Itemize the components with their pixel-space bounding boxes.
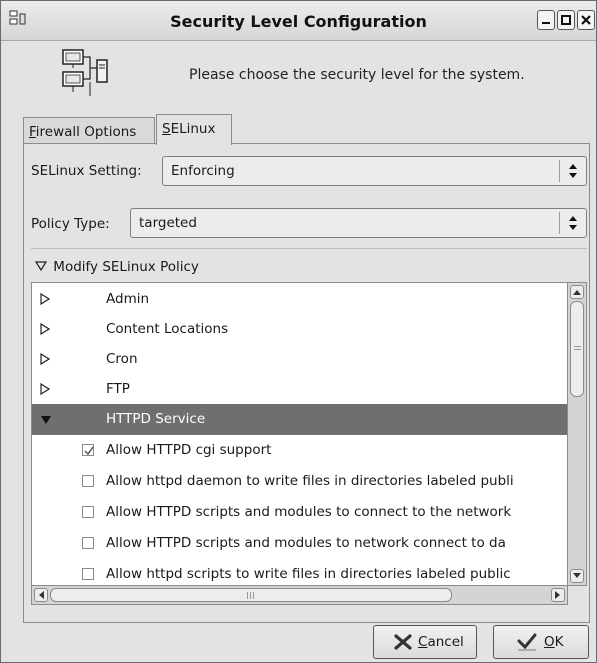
tree-row-label: HTTPD Service <box>106 411 206 427</box>
vertical-scrollbar[interactable] <box>568 282 587 586</box>
minimize-icon <box>542 22 550 24</box>
vertical-scroll-thumb[interactable] <box>570 301 584 397</box>
tree-row-content-locations[interactable]: Content Locations <box>32 314 567 345</box>
checkbox-unchecked[interactable] <box>82 537 94 549</box>
tab-selinux[interactable]: SELinux <box>156 114 232 145</box>
tree-row-label: Cron <box>106 351 138 367</box>
collapsed-triangle-icon[interactable] <box>40 322 51 339</box>
modify-policy-label: Modify SELinux Policy <box>53 259 199 275</box>
arrow-up-icon <box>573 290 581 295</box>
tree-row-admin[interactable]: Admin <box>32 284 567 315</box>
tree-row-httpd-service[interactable]: HTTPD Service <box>32 404 567 435</box>
network-computers-icon <box>53 48 123 100</box>
policy-type-value: targeted <box>139 215 197 231</box>
cancel-label: ancel <box>427 634 464 650</box>
combo-arrows-icon <box>559 160 586 182</box>
collapsed-triangle-icon[interactable] <box>40 382 51 399</box>
checkbox-unchecked[interactable] <box>82 475 94 487</box>
security-level-dialog: Security Level Configuration Please choo… <box>0 0 597 663</box>
horizontal-scrollbar[interactable] <box>31 586 568 605</box>
checkbox-checked[interactable] <box>82 444 94 456</box>
minimize-button[interactable] <box>537 10 555 30</box>
header-description: Please choose the security level for the… <box>189 67 525 83</box>
tree-row-label: Admin <box>106 291 150 307</box>
maximize-button[interactable] <box>557 10 575 30</box>
option-label: Allow HTTPD cgi support <box>106 442 272 458</box>
check-icon <box>84 446 94 456</box>
cancel-button[interactable]: Cancel <box>373 625 477 659</box>
tab-firewall-label: irewall Options <box>35 124 137 140</box>
scroll-left-button[interactable] <box>34 588 48 602</box>
tree-row-label: FTP <box>106 381 130 397</box>
close-icon <box>581 15 591 25</box>
tree-row-ftp[interactable]: FTP <box>32 374 567 405</box>
selinux-setting-value: Enforcing <box>171 163 235 179</box>
separator <box>31 248 587 249</box>
selinux-setting-combo[interactable]: Enforcing <box>162 156 587 186</box>
tree-row-option[interactable]: Allow HTTPD cgi support <box>32 435 567 466</box>
policy-type-combo[interactable]: targeted <box>130 208 587 238</box>
option-label: Allow HTTPD scripts and modules to conne… <box>106 504 512 520</box>
collapsed-triangle-icon[interactable] <box>40 292 51 309</box>
tree-row-label: Content Locations <box>106 321 229 337</box>
expander-open-icon <box>34 259 49 275</box>
tab-selinux-label: ELinux <box>170 121 216 137</box>
grip <box>247 592 248 599</box>
arrow-down-icon <box>573 573 581 578</box>
option-label: Allow HTTPD scripts and modules to netwo… <box>106 535 506 551</box>
scroll-right-button[interactable] <box>551 588 565 602</box>
close-button[interactable] <box>577 10 595 30</box>
grip <box>574 346 581 347</box>
title-bar[interactable]: Security Level Configuration <box>1 1 596 41</box>
tab-selinux-mnemonic: S <box>162 121 171 137</box>
tree-row-option[interactable]: Allow HTTPD scripts and modules to netwo… <box>32 528 567 559</box>
check-icon <box>516 632 538 656</box>
tree-row-option[interactable]: Allow httpd daemon to write files in dir… <box>32 466 567 497</box>
ok-mnemonic: O <box>544 634 555 650</box>
modify-policy-expander[interactable]: Modify SELinux Policy <box>34 259 199 275</box>
checkbox-unchecked[interactable] <box>82 568 94 580</box>
tree-row-option[interactable]: Allow HTTPD scripts and modules to conne… <box>32 497 567 528</box>
maximize-icon <box>561 15 571 25</box>
horizontal-scroll-thumb[interactable] <box>50 588 452 602</box>
ok-label: K <box>554 634 564 650</box>
ok-button[interactable]: OK <box>493 625 589 659</box>
tab-firewall-options[interactable]: Firewall Options <box>23 117 155 144</box>
tab-firewall-mnemonic: F <box>29 124 36 140</box>
x-icon <box>394 634 412 654</box>
arrow-right-icon <box>555 591 560 599</box>
expanded-triangle-icon[interactable] <box>40 413 52 429</box>
option-label: Allow httpd daemon to write files in dir… <box>106 473 514 489</box>
collapsed-triangle-icon[interactable] <box>40 352 51 369</box>
tree-row-cron[interactable]: Cron <box>32 344 567 375</box>
scroll-down-button[interactable] <box>570 569 584 583</box>
policy-tree[interactable]: Admin Content Locations Cron FTP HTTPD S… <box>31 282 568 586</box>
option-label: Allow httpd scripts to write files in di… <box>106 566 511 582</box>
scroll-up-button[interactable] <box>570 285 584 299</box>
arrow-left-icon <box>39 591 44 599</box>
selinux-setting-label: SELinux Setting: <box>31 163 142 179</box>
window-title: Security Level Configuration <box>170 12 427 31</box>
policy-type-label: Policy Type: <box>31 216 110 232</box>
tree-row-option[interactable]: Allow httpd scripts to write files in di… <box>32 559 567 585</box>
checkbox-unchecked[interactable] <box>82 506 94 518</box>
combo-arrows-icon <box>559 212 586 234</box>
